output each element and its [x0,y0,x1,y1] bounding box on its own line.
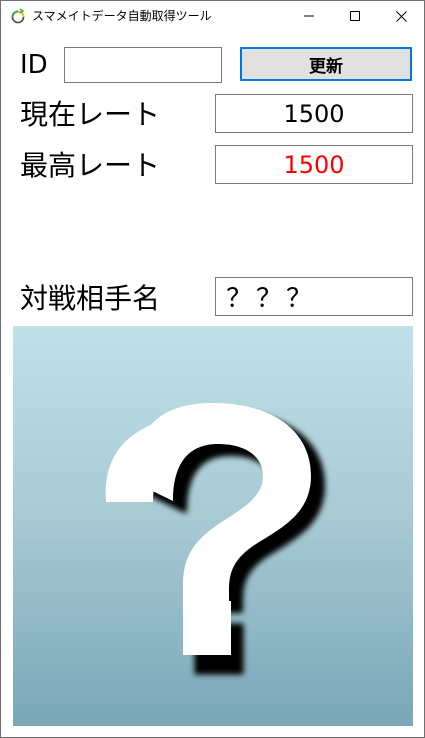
question-mark-icon [105,403,325,675]
app-window: スマメイトデータ自動取得ツール ID 更新 現在レート 1500 最高レート 1… [0,0,425,738]
opponent-name-field: ？？？ [215,277,413,316]
max-rate-label: 最高レート [20,149,161,182]
title-bar[interactable]: スマメイトデータ自動取得ツール [1,1,424,31]
minimize-icon [304,15,314,17]
close-button[interactable] [378,1,424,31]
id-input[interactable] [64,47,222,83]
maximize-icon [350,11,360,21]
close-icon [395,10,407,22]
id-label: ID [20,50,48,80]
opponent-name-label: 対戦相手名 [20,282,161,315]
minimize-button[interactable] [286,1,332,31]
app-icon [11,8,25,24]
opponent-avatar [13,326,413,726]
current-rate-field: 1500 [215,94,413,133]
maximize-button[interactable] [332,1,378,31]
current-rate-label: 現在レート [20,98,161,131]
window-title: スマメイトデータ自動取得ツール [32,9,212,23]
update-button[interactable]: 更新 [240,47,412,81]
max-rate-field: 1500 [215,145,413,184]
